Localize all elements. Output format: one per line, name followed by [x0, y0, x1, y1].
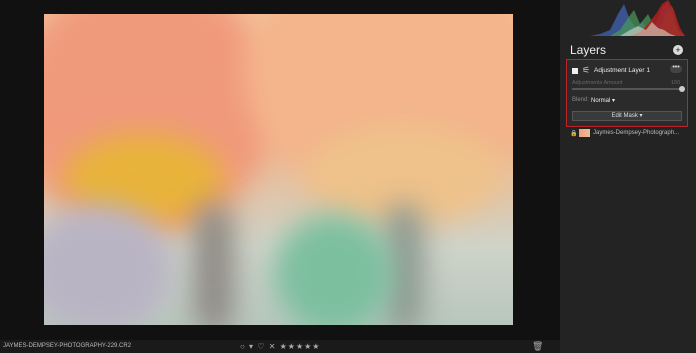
photo-layer-name: Jaymes-Dempsey-Photograph... — [593, 130, 680, 136]
status-bar: JAYMES-DEMPSEY-PHOTOGRAPHY-229.CR2 ○ ▾ ♡… — [0, 340, 560, 353]
amount-label: Adjustments Amount — [572, 80, 623, 86]
layer-visibility-checkbox[interactable] — [572, 68, 578, 74]
image-canvas[interactable] — [0, 0, 560, 340]
lock-icon: 🔒 — [570, 131, 578, 137]
photo-layer-row[interactable]: 🔒 Jaymes-Dempsey-Photograph... — [570, 129, 694, 139]
photo-preview — [44, 14, 513, 325]
edit-mask-button[interactable]: Edit Mask ▾ — [572, 111, 682, 121]
blend-label: Blend: — [572, 97, 590, 103]
stem-left — [194, 204, 234, 325]
amount-slider-knob[interactable] — [679, 86, 685, 92]
rating-controls[interactable]: ○ ▾ ♡ ✕ ★★★★★ — [240, 342, 320, 351]
sliders-icon: ⚟ — [582, 65, 591, 75]
layers-title: Layers — [570, 43, 607, 57]
photo-layer-thumbnail — [579, 129, 590, 137]
blend-mode-dropdown[interactable]: Normal ▾ — [591, 97, 615, 104]
histogram — [590, 0, 685, 36]
add-layer-button[interactable]: + — [673, 45, 683, 55]
amount-slider[interactable] — [572, 86, 685, 92]
adjustment-layer-card[interactable]: ⚟ Adjustment Layer 1 ••• Adjustments Amo… — [566, 59, 688, 127]
layers-side-panel: Layers + ⚟ Adjustment Layer 1 ••• Adjust… — [560, 0, 696, 353]
green-background — [274, 214, 394, 325]
trash-icon[interactable]: 🗑 — [532, 341, 543, 352]
adjustment-layer-name[interactable]: Adjustment Layer 1 — [594, 67, 650, 74]
layer-menu-button[interactable]: ••• — [670, 64, 682, 73]
amount-value: 100 — [671, 80, 681, 86]
filename-label: JAYMES-DEMPSEY-PHOTOGRAPHY-229.CR2 — [3, 343, 132, 349]
